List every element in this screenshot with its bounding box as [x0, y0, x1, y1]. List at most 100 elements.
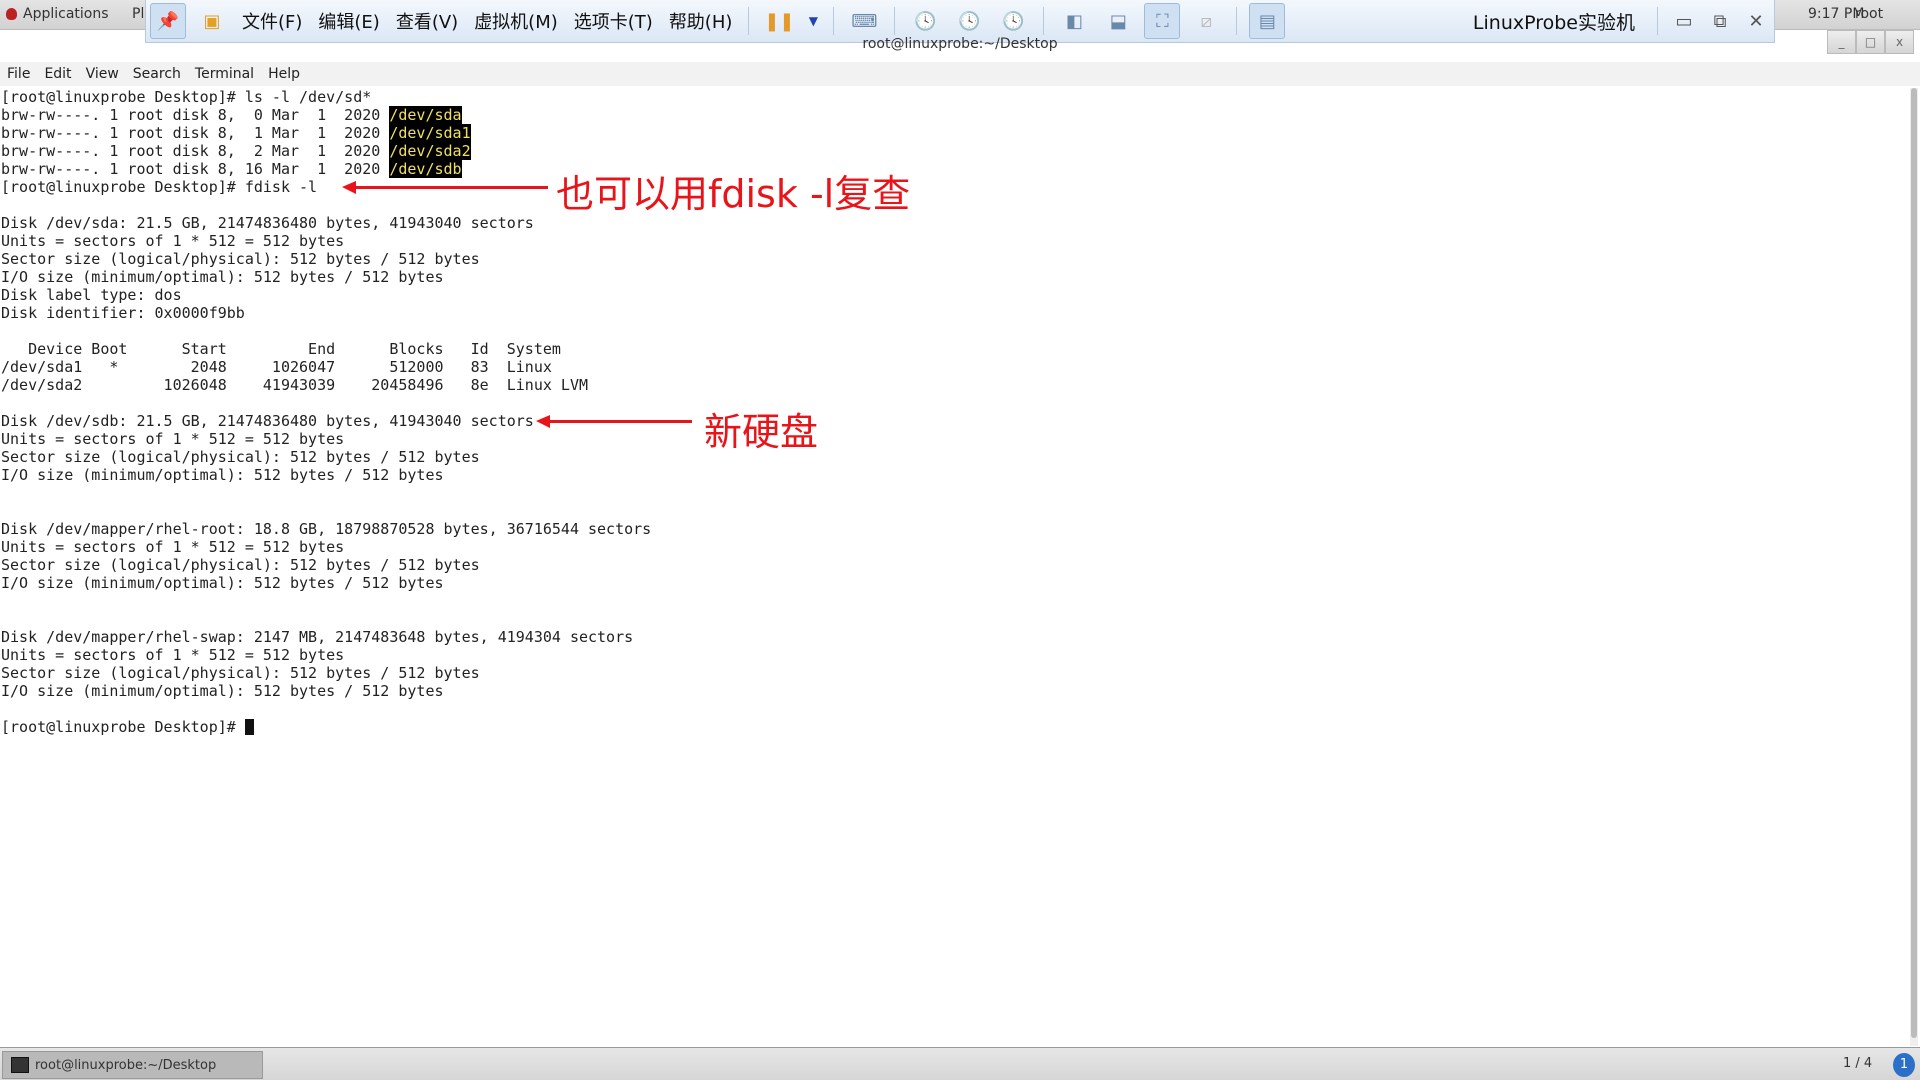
close-icon[interactable]: ✕	[1738, 11, 1774, 32]
redhat-icon	[6, 8, 17, 20]
text-cursor	[244, 719, 254, 735]
pin-icon[interactable]: 📌	[150, 3, 186, 39]
line-text: Sector size (logical/physical): 512 byte…	[1, 250, 480, 268]
separator	[833, 7, 835, 35]
terminal-line: Device Boot Start End Blocks Id System	[1, 340, 651, 358]
terminal-line: [root@linuxprobe Desktop]# fdisk -l	[1, 178, 651, 196]
device-file-name: /dev/sda1	[389, 124, 471, 142]
taskbar-window-button[interactable]: root@linuxprobe:~/Desktop	[2, 1051, 263, 1079]
unity-icon[interactable]: ⧄	[1188, 3, 1224, 39]
thumbnail-view-icon[interactable]: ⬓	[1100, 3, 1136, 39]
terminal-line: /dev/sda1 * 2048 1026047 512000 83 Linux	[1, 358, 651, 376]
menu-terminal[interactable]: Terminal	[188, 62, 261, 86]
places-menu[interactable]: Pl	[132, 6, 144, 22]
device-file-name: /dev/sdb	[389, 160, 462, 178]
terminal-line: /dev/sda2 1026048 41943039 20458496 8e L…	[1, 376, 651, 394]
terminal-line: Sector size (logical/physical): 512 byte…	[1, 448, 651, 466]
terminal-line: Units = sectors of 1 * 512 = 512 bytes	[1, 430, 651, 448]
minimize-icon[interactable]: _	[1827, 30, 1856, 54]
taskbar-window-label: root@linuxprobe:~/Desktop	[35, 1057, 217, 1073]
vm-title: LinuxProbe实验机	[1472, 11, 1635, 34]
line-text: I/O size (minimum/optimal): 512 bytes / …	[1, 268, 444, 286]
line-text: Disk /dev/sdb: 21.5 GB, 21474836480 byte…	[1, 412, 534, 430]
terminal-line: Sector size (logical/physical): 512 byte…	[1, 250, 651, 268]
terminal-line: I/O size (minimum/optimal): 512 bytes / …	[1, 466, 651, 484]
separator	[894, 7, 896, 35]
menu-view[interactable]: View	[79, 62, 126, 86]
terminal-line: Disk /dev/mapper/rhel-root: 18.8 GB, 187…	[1, 520, 651, 538]
terminal-line: I/O size (minimum/optimal): 512 bytes / …	[1, 574, 651, 592]
close-icon[interactable]: x	[1885, 30, 1914, 54]
annotation-new-disk-note: 新硬盘	[704, 410, 819, 454]
line-text: /dev/sda1 * 2048 1026047 512000 83 Linux	[1, 358, 552, 376]
device-file-name: /dev/sda2	[389, 142, 471, 160]
pause-icon[interactable]: ❚❚	[761, 3, 797, 39]
menu-edit[interactable]: Edit	[37, 62, 78, 86]
maximize-icon[interactable]: □	[1856, 30, 1885, 54]
minimize-icon[interactable]: ▭	[1666, 11, 1702, 32]
line-text: brw-rw----. 1 root disk 8, 1 Mar 1 2020	[1, 124, 390, 142]
menu-file[interactable]: File	[0, 62, 37, 86]
workspace-indicator[interactable]: 1 / 4	[1843, 1056, 1872, 1071]
snapshot-revert-icon[interactable]: 🕓	[951, 3, 987, 39]
user-menu[interactable]: root	[1855, 6, 1883, 22]
annotation-arrow	[536, 415, 692, 428]
terminal-line: brw-rw----. 1 root disk 8, 0 Mar 1 2020 …	[1, 106, 651, 124]
terminal-line: Disk label type: dos	[1, 286, 651, 304]
fullscreen-icon[interactable]: ⛶	[1144, 3, 1181, 39]
menu-help[interactable]: Help	[261, 62, 307, 86]
notification-indicator[interactable]: 1	[1893, 1053, 1915, 1077]
terminal-line: Disk /dev/sda: 21.5 GB, 21474836480 byte…	[1, 214, 651, 232]
menu-edit[interactable]: 编辑(E)	[318, 8, 379, 34]
menu-view[interactable]: 查看(V)	[396, 8, 458, 34]
line-text: Units = sectors of 1 * 512 = 512 bytes	[1, 538, 345, 556]
scrollbar-thumb[interactable]	[1911, 88, 1917, 1038]
line-text: Sector size (logical/physical): 512 byte…	[1, 664, 480, 682]
separator	[1657, 7, 1658, 35]
menu-file[interactable]: 文件(F)	[242, 8, 302, 34]
send-ctrl-alt-del-icon[interactable]: ⌨	[846, 3, 882, 39]
line-text: Disk /dev/mapper/rhel-root: 18.8 GB, 187…	[1, 520, 652, 538]
terminal-scrollbar[interactable]	[1910, 88, 1918, 1046]
line-text: brw-rw----. 1 root disk 8, 0 Mar 1 2020	[1, 106, 390, 124]
line-text: Units = sectors of 1 * 512 = 512 bytes	[1, 430, 345, 448]
device-file-name: /dev/sda	[389, 106, 462, 124]
line-text: Units = sectors of 1 * 512 = 512 bytes	[1, 232, 345, 250]
console-view-icon[interactable]: ◧	[1056, 3, 1092, 39]
menu-search[interactable]: Search	[126, 62, 188, 86]
menu-tabs[interactable]: 选项卡(T)	[574, 8, 653, 34]
menu-vm[interactable]: 虚拟机(M)	[474, 8, 558, 34]
terminal-line: Units = sectors of 1 * 512 = 512 bytes	[1, 538, 651, 556]
terminal-line: I/O size (minimum/optimal): 512 bytes / …	[1, 682, 651, 700]
line-text: Units = sectors of 1 * 512 = 512 bytes	[1, 646, 345, 664]
terminal-line: Units = sectors of 1 * 512 = 512 bytes	[1, 646, 651, 664]
terminal-output[interactable]: [root@linuxprobe Desktop]# ls -l /dev/sd…	[1, 88, 651, 736]
line-text: Disk identifier: 0x0000f9bb	[1, 304, 245, 322]
snapshot-take-icon[interactable]: 🕓	[907, 3, 943, 39]
line-text: [root@linuxprobe Desktop]#	[1, 718, 245, 736]
terminal-line: I/O size (minimum/optimal): 512 bytes / …	[1, 268, 651, 286]
applications-label: Applications	[23, 6, 109, 22]
line-text: Sector size (logical/physical): 512 byte…	[1, 448, 480, 466]
line-text: brw-rw----. 1 root disk 8, 2 Mar 1 2020	[1, 142, 390, 160]
snapshot-manager-icon[interactable]: 🕓	[995, 3, 1031, 39]
vm-library-icon[interactable]: ▣	[194, 3, 230, 39]
view-toggle-icon[interactable]: ▤	[1249, 3, 1286, 39]
applications-menu[interactable]: Applications	[6, 6, 109, 22]
terminal-line: brw-rw----. 1 root disk 8, 2 Mar 1 2020 …	[1, 142, 651, 160]
terminal-line: Sector size (logical/physical): 512 byte…	[1, 664, 651, 682]
line-text: brw-rw----. 1 root disk 8, 16 Mar 1 2020	[1, 160, 390, 178]
separator	[1236, 7, 1238, 35]
line-text: [root@linuxprobe Desktop]# ls -l /dev/sd…	[1, 88, 372, 106]
terminal-line: Disk identifier: 0x0000f9bb	[1, 304, 651, 322]
restore-icon[interactable]: ⧉	[1702, 11, 1738, 32]
dropdown-icon[interactable]: ▼	[805, 3, 821, 39]
terminal-line: brw-rw----. 1 root disk 8, 1 Mar 1 2020 …	[1, 124, 651, 142]
terminal-window-controls: _ □ x	[1827, 30, 1914, 54]
menu-help[interactable]: 帮助(H)	[669, 8, 733, 34]
